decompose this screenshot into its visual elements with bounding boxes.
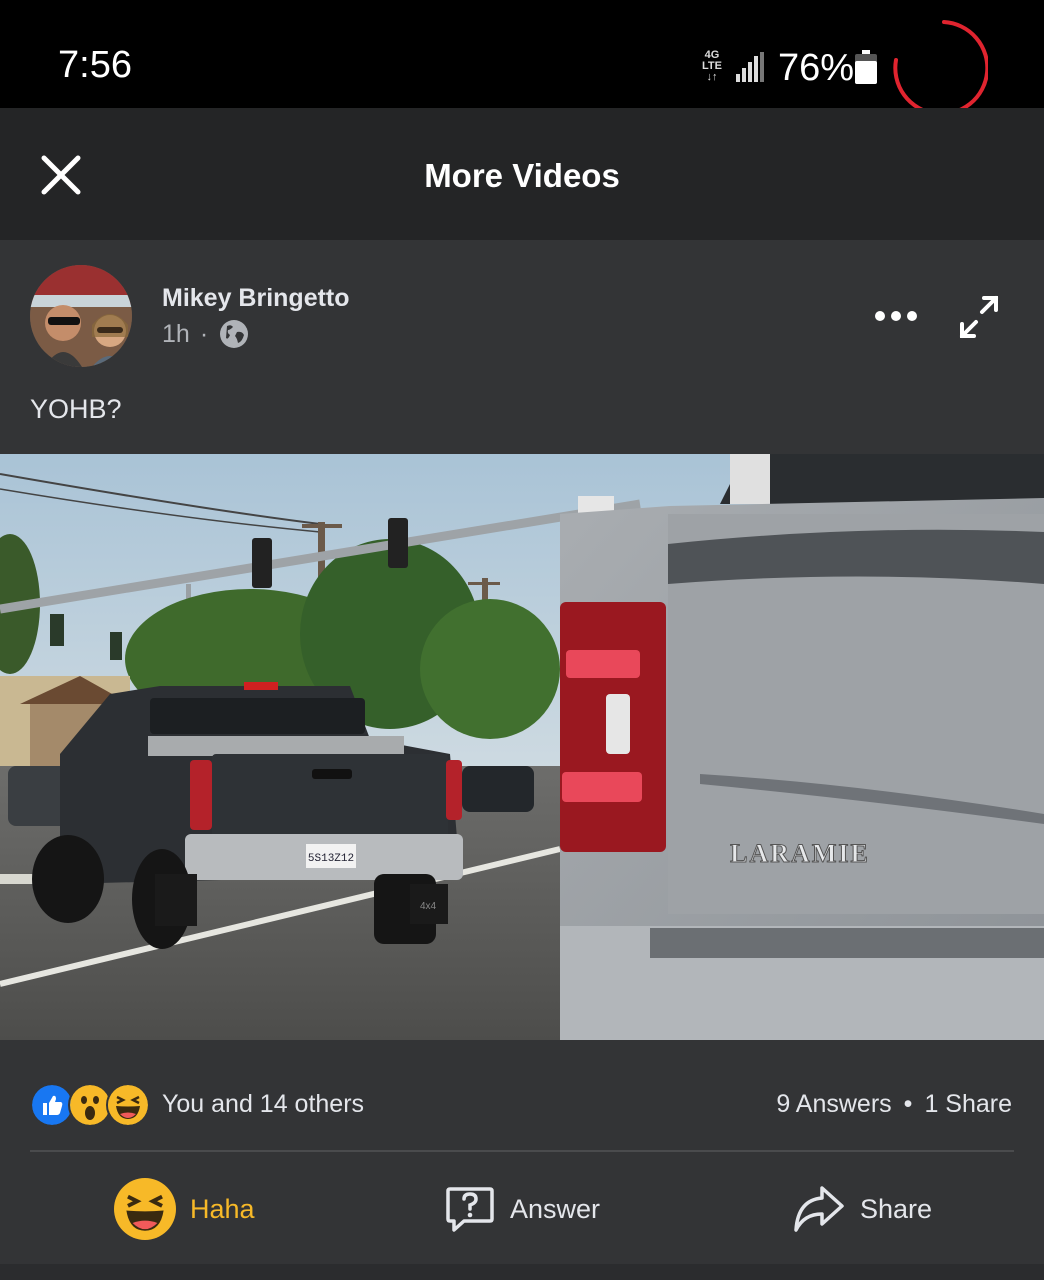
- video-frame: 5S13Z12 4x4 LARAMIE: [0, 454, 1044, 1040]
- author-name[interactable]: Mikey Bringetto: [162, 284, 350, 313]
- bottom-edge: [0, 1264, 1044, 1280]
- answer-label: Answer: [510, 1193, 601, 1224]
- globe-icon: [220, 320, 249, 348]
- counts-separator: •: [903, 1090, 913, 1118]
- haha-icon: [106, 1083, 150, 1127]
- engagement-counts: 9 Answers • 1 Share: [776, 1090, 1012, 1119]
- battery-icon: [855, 50, 877, 84]
- post-caption: YOHB?: [30, 394, 122, 424]
- video-player[interactable]: 5S13Z12 4x4 LARAMIE: [0, 454, 1044, 1040]
- author-avatar[interactable]: [30, 265, 132, 367]
- haha-button[interactable]: Haha: [114, 1176, 255, 1242]
- post-header: [0, 240, 1044, 454]
- silver-pickup-truck: LARAMIE: [560, 454, 1044, 1040]
- more-horizontal-icon[interactable]: [870, 300, 922, 332]
- tailgate-badge: LARAMIE: [730, 839, 870, 868]
- battery-percentage: 76%: [778, 47, 855, 89]
- license-plate-text: 5S13Z12: [308, 853, 354, 865]
- status-bar: 7:56 4G LTE ↓↑ 76%: [0, 0, 1044, 116]
- divider: [30, 1150, 1014, 1152]
- page-title: More Videos: [424, 157, 620, 194]
- share-button[interactable]: Share: [792, 1176, 932, 1242]
- shares-count[interactable]: 1 Share: [924, 1090, 1012, 1119]
- status-time: 7:56: [58, 44, 132, 86]
- post-time: 1h: [162, 319, 190, 348]
- answer-button[interactable]: Answer: [444, 1176, 600, 1242]
- share-arrow-icon: [794, 1186, 844, 1232]
- signal-icon: [736, 52, 764, 82]
- haha-label: Haha: [190, 1193, 255, 1224]
- question-bubble-icon: [446, 1187, 494, 1232]
- meta-separator: ·: [199, 319, 209, 348]
- network-indicator-icon: 4G LTE ↓↑: [702, 49, 722, 83]
- expand-icon[interactable]: [954, 294, 1004, 340]
- haha-icon: [114, 1178, 176, 1240]
- share-label: Share: [860, 1193, 933, 1224]
- left-truck-badge: 4x4: [420, 901, 437, 912]
- post-meta: 1h ·: [162, 318, 250, 350]
- answers-count[interactable]: 9 Answers: [776, 1090, 891, 1119]
- reaction-summary[interactable]: [30, 1083, 150, 1127]
- reactions-text[interactable]: You and 14 others: [162, 1090, 364, 1119]
- avatar-photo: [30, 265, 132, 367]
- loading-spinner-icon: [893, 20, 988, 116]
